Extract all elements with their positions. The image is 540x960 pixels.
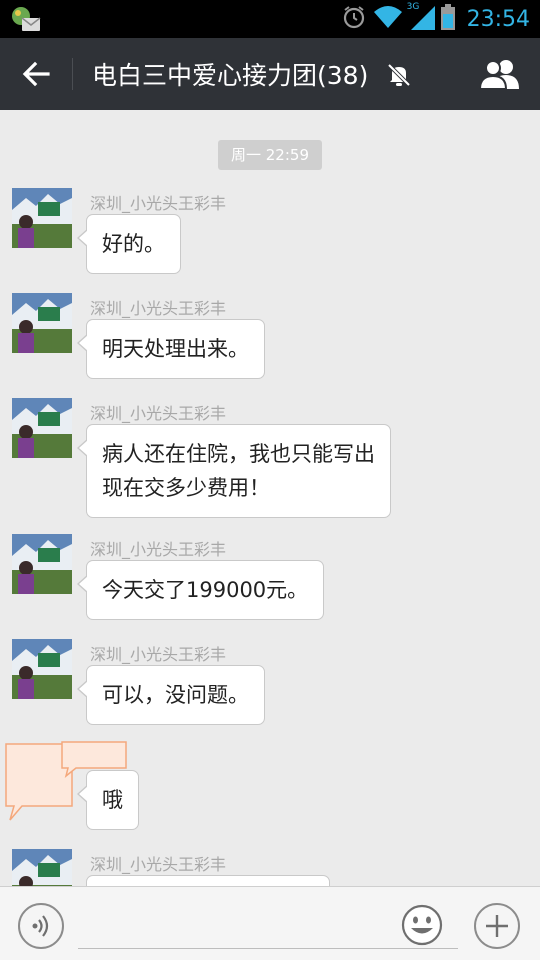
message-text: 今天交了199000元。 <box>102 578 309 602</box>
battery-icon <box>440 4 455 34</box>
avatar[interactable] <box>12 188 72 248</box>
message-bubble[interactable]: 可以，没问题。 <box>77 665 265 725</box>
clock-time: 23:54 <box>466 6 530 32</box>
message-bubble[interactable]: 病人还在住院，我也只能写出 现在交多少费用！ <box>77 424 391 518</box>
message-bubble[interactable]: 今天交了199000元。 <box>76 560 325 620</box>
muted-bell-icon <box>386 62 412 88</box>
title-bar: 电白三中爱心接力团(38) <box>0 38 540 110</box>
message-bubble[interactable] <box>86 875 330 886</box>
avatar[interactable] <box>12 293 72 353</box>
wifi-icon <box>373 4 403 34</box>
message-text: 可以，没问题。 <box>102 683 249 707</box>
input-bar <box>0 886 540 960</box>
avatar[interactable] <box>12 639 72 699</box>
emoji-button[interactable] <box>400 903 444 947</box>
back-button[interactable] <box>0 38 72 110</box>
signal-icon: 3G <box>407 2 435 34</box>
more-actions-button[interactable] <box>474 903 520 949</box>
emoji-icon <box>401 904 443 946</box>
sender-name: 深圳_小光头王彩丰 <box>90 404 227 423</box>
status-bar: 3G 23:54 <box>0 0 540 38</box>
sender-name: 深圳_小光头王彩丰 <box>90 540 227 559</box>
sender-name: 深圳_小光头王彩丰 <box>90 299 227 318</box>
sender-name: 深圳_小光头王彩丰 <box>90 645 227 664</box>
group-members-icon <box>479 60 519 90</box>
message-list[interactable]: 周一 22:59 深圳_小光头王彩丰 好的。 深圳_小光头王彩丰 明天处理出来。… <box>0 110 540 886</box>
voice-button[interactable] <box>18 903 64 949</box>
alarm-icon <box>341 4 367 34</box>
message-text: 病人还在住院，我也只能写出 <box>102 442 375 466</box>
message-bubble[interactable]: 哦 <box>77 770 139 830</box>
message-text: 明天处理出来。 <box>102 337 249 361</box>
sender-name: 深圳_小光头王彩丰 <box>90 855 227 874</box>
voice-icon <box>32 915 49 937</box>
avatar[interactable] <box>12 398 72 458</box>
title-divider <box>72 58 73 90</box>
message-bubble[interactable]: 明天处理出来。 <box>77 319 265 379</box>
back-arrow-icon <box>22 61 50 87</box>
avatar[interactable] <box>12 534 72 594</box>
message-bubble[interactable]: 好的。 <box>77 214 181 274</box>
message-text: 哦 <box>102 788 123 812</box>
message-text: 好的。 <box>102 232 165 256</box>
chat-title[interactable]: 电白三中爱心接力团(38) <box>92 56 368 92</box>
plus-icon <box>486 915 508 937</box>
message-text: 现在交多少费用！ <box>102 476 270 500</box>
avatar[interactable] <box>12 849 72 886</box>
timestamp-divider: 周一 22:59 <box>218 140 322 170</box>
sender-name: 深圳_小光头王彩丰 <box>90 194 227 213</box>
app-notification-icon <box>10 5 42 33</box>
group-members-button[interactable] <box>460 38 540 110</box>
